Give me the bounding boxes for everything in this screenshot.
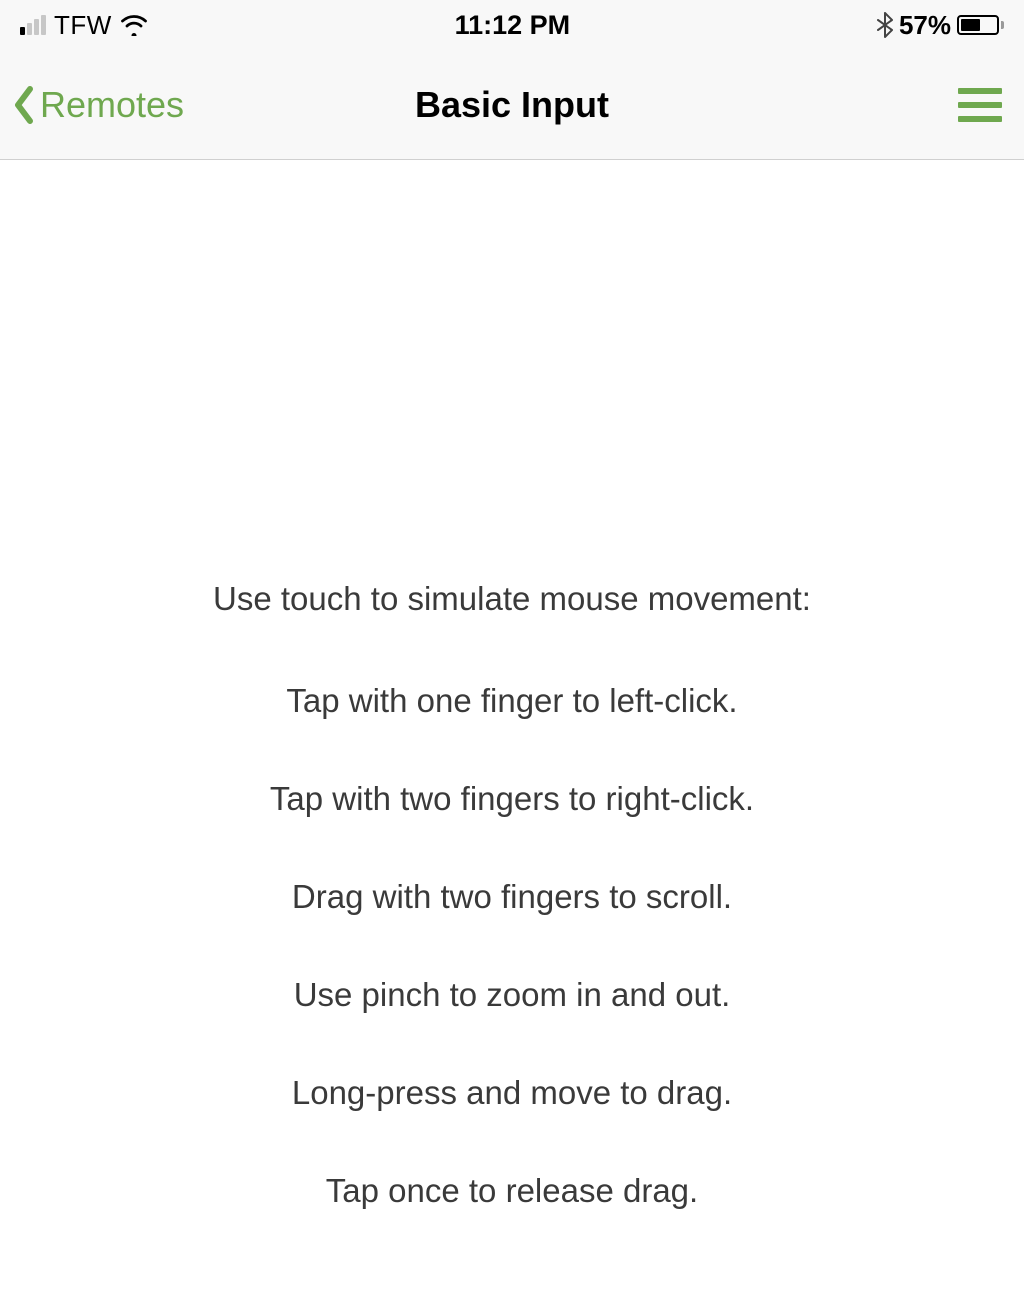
menu-button[interactable]: [954, 84, 1006, 126]
status-bar: TFW 11:12 PM 57%: [0, 0, 1024, 50]
instruction-line: Tap with one finger to left-click.: [286, 682, 737, 720]
instruction-line: Use pinch to zoom in and out.: [294, 976, 731, 1014]
back-label: Remotes: [40, 84, 184, 126]
instruction-line: Long-press and move to drag.: [292, 1074, 732, 1112]
instruction-line: Drag with two fingers to scroll.: [292, 878, 732, 916]
status-right: 57%: [877, 10, 1004, 41]
page-title: Basic Input: [415, 84, 609, 126]
cellular-signal-icon: [20, 15, 46, 35]
instructions-header: Use touch to simulate mouse movement:: [213, 580, 811, 618]
wifi-icon: [120, 14, 148, 36]
chevron-left-icon: [12, 85, 36, 125]
status-time: 11:12 PM: [455, 10, 571, 41]
back-button[interactable]: Remotes: [12, 84, 184, 126]
hamburger-icon: [958, 88, 1002, 94]
instruction-line: Tap once to release drag.: [326, 1172, 698, 1210]
instruction-line: Tap with two fingers to right-click.: [270, 780, 754, 818]
battery-percent-label: 57%: [899, 10, 951, 41]
status-left: TFW: [20, 10, 148, 41]
navigation-bar: Remotes Basic Input: [0, 50, 1024, 160]
battery-icon: [957, 15, 1004, 35]
trackpad-area[interactable]: Use touch to simulate mouse movement: Ta…: [0, 160, 1024, 1300]
bluetooth-icon: [877, 12, 893, 38]
carrier-label: TFW: [54, 10, 112, 41]
